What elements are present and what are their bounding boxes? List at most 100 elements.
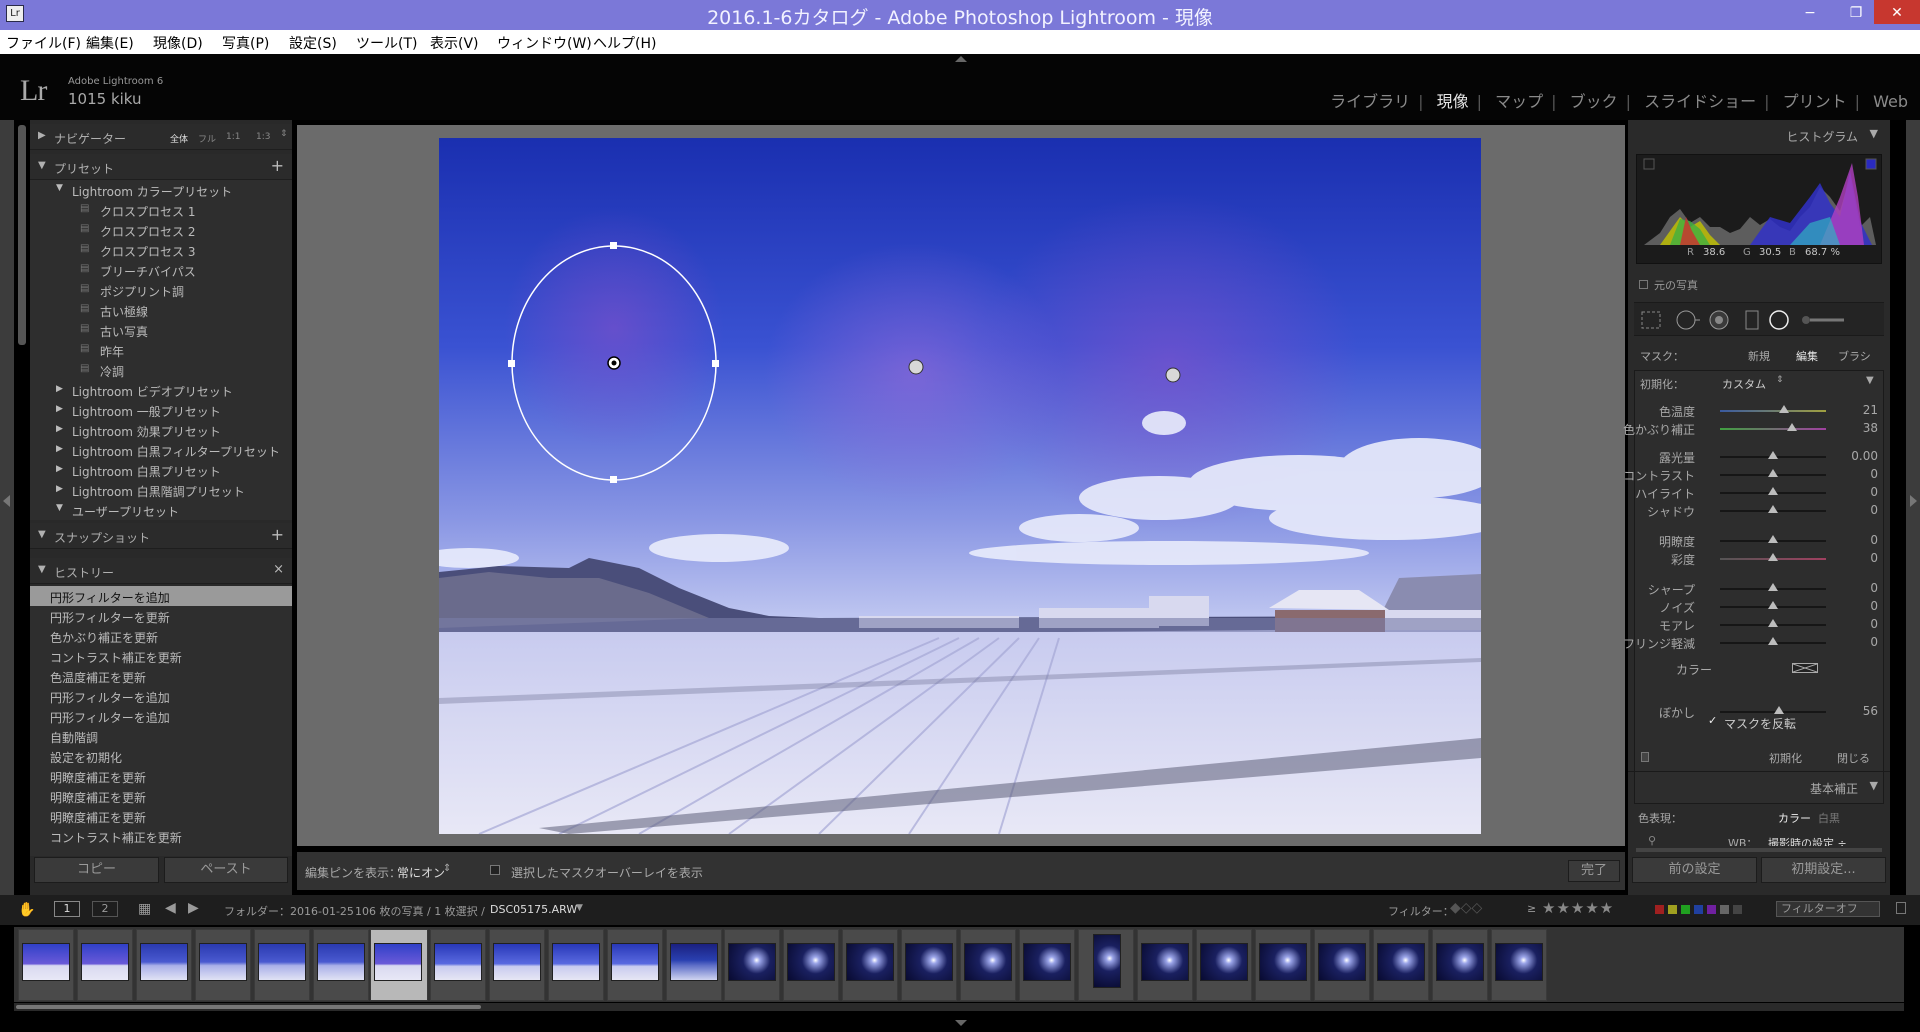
filmstrip-thumb[interactable] — [313, 929, 369, 1001]
treatment-color[interactable]: カラー — [1778, 810, 1811, 826]
user-presets-folder[interactable]: ▼ ユーザープリセット — [30, 500, 292, 520]
filmstrip-thumb[interactable] — [1491, 929, 1547, 1001]
slider-1[interactable]: 色かぶり補正 38 — [1623, 420, 1890, 438]
slider-6[interactable]: 明瞭度 0 — [1628, 532, 1890, 550]
rating-operator[interactable]: ≥ — [1527, 902, 1536, 915]
presets-header[interactable]: ▼ プリセット + — [30, 154, 292, 180]
slider-8[interactable]: シャープ 0 — [1628, 580, 1890, 598]
zoom-stepper-icon[interactable]: ⇕ — [280, 129, 288, 139]
radial-filter-handle[interactable] — [610, 476, 617, 483]
slider-value[interactable]: 0 — [1838, 635, 1878, 649]
effect-preset-select[interactable]: カスタム — [1722, 376, 1766, 392]
filter-preset-select[interactable]: フィルターオフ — [1776, 901, 1880, 917]
copy-button[interactable]: コピー — [34, 857, 159, 883]
menu-edit[interactable]: 編集(E) — [86, 33, 134, 53]
add-snapshot-button[interactable]: + — [271, 525, 284, 544]
menu-photo[interactable]: 写真(P) — [222, 33, 269, 53]
slider-knob[interactable] — [1768, 619, 1778, 627]
history-step[interactable]: 円形フィルターを追加 — [30, 586, 292, 606]
chevron-updown-icon[interactable]: ⇕ — [1776, 375, 1784, 385]
file-dropdown-icon[interactable]: ▼ — [576, 903, 583, 913]
filmstrip-scroll-thumb[interactable] — [16, 1005, 481, 1009]
wb-select[interactable]: 撮影時の設定 ÷ — [1768, 835, 1847, 846]
rating-filter-stars[interactable]: ★★★★★ — [1542, 899, 1614, 917]
slider-knob[interactable] — [1768, 583, 1778, 591]
mask-new[interactable]: 新規 — [1748, 348, 1770, 364]
snapshot-header[interactable]: ▼ スナップショット + — [30, 523, 292, 549]
history-step[interactable]: 明瞭度補正を更新 — [30, 786, 292, 806]
slider-value[interactable]: 0 — [1838, 485, 1878, 499]
history-step[interactable]: 円形フィルターを追加 — [30, 686, 292, 706]
filmstrip-thumb[interactable] — [489, 929, 545, 1001]
slider-5[interactable]: シャドウ 0 — [1628, 502, 1890, 520]
filmstrip-thumb[interactable] — [195, 929, 251, 1001]
zoom-fit[interactable]: 全体 — [170, 132, 188, 145]
filmstrip-thumb[interactable] — [136, 929, 192, 1001]
slider-track[interactable] — [1720, 410, 1826, 412]
slider-value[interactable]: 0 — [1838, 617, 1878, 631]
slider-knob[interactable] — [1768, 601, 1778, 609]
preset-item[interactable]: ▤ 昨年 — [30, 340, 292, 360]
back-arrow-icon[interactable]: ◀ — [165, 900, 176, 916]
radial-filter-handle[interactable] — [712, 360, 719, 367]
filmstrip-thumb-selected[interactable] — [370, 929, 428, 1001]
hand-icon[interactable]: ✋ — [18, 902, 35, 918]
edit-pin[interactable] — [1165, 367, 1181, 383]
filmstrip-thumb[interactable] — [901, 929, 957, 1001]
left-edge-toggle[interactable] — [0, 120, 14, 910]
mask-edit[interactable]: 編集 — [1796, 348, 1818, 364]
zoom-1-3[interactable]: 1:3 — [256, 132, 270, 142]
graduated-filter-icon[interactable] — [1745, 310, 1759, 330]
menu-view[interactable]: 表示(V) — [430, 33, 479, 53]
filmstrip-scrollbar[interactable] — [14, 1003, 1904, 1011]
menu-settings[interactable]: 設定(S) — [289, 33, 337, 53]
slider-knob[interactable] — [1787, 423, 1798, 431]
clear-history-button[interactable]: × — [273, 562, 284, 577]
filmstrip-thumb[interactable] — [77, 929, 133, 1001]
menu-file[interactable]: ファイル(F) — [6, 33, 81, 53]
menu-help[interactable]: ヘルプ(H) — [593, 33, 656, 53]
slider-track[interactable] — [1720, 428, 1826, 430]
restore-button[interactable]: ❐ — [1838, 0, 1874, 24]
radial-filter-icon[interactable] — [1769, 310, 1789, 330]
history-step[interactable]: 明瞭度補正を更新 — [30, 806, 292, 826]
filmstrip-thumb[interactable] — [783, 929, 839, 1001]
history-step[interactable]: 円形フィルターを追加 — [30, 706, 292, 726]
preset-item[interactable]: ▤ ブリーチバイパス — [30, 260, 292, 280]
right-panel-scrollbar[interactable] — [1636, 848, 1882, 852]
slider-value[interactable]: 38 — [1838, 421, 1878, 435]
history-step[interactable]: 明瞭度補正を更新 — [30, 766, 292, 786]
slider-knob[interactable] — [1768, 535, 1778, 543]
current-file[interactable]: DSC05175.ARW — [490, 903, 577, 916]
collapse-icon[interactable]: ▼ — [1870, 127, 1878, 140]
preset-item[interactable]: ▤ 冷調 — [30, 360, 292, 380]
mask-brush[interactable]: ブラシ — [1838, 348, 1871, 364]
slider-value[interactable]: 0 — [1838, 467, 1878, 481]
preset-folder[interactable]: ▶ Lightroom 白黒プリセット — [30, 460, 292, 480]
filmstrip-thumb[interactable] — [724, 929, 780, 1001]
window-2-button[interactable]: 2 — [92, 901, 118, 917]
filmstrip-thumb[interactable] — [842, 929, 898, 1001]
slider-value[interactable]: 0 — [1838, 599, 1878, 613]
history-step[interactable]: 円形フィルターを更新 — [30, 606, 292, 626]
slider-value[interactable]: 21 — [1838, 403, 1878, 417]
done-button[interactable]: 完了 — [1568, 860, 1620, 882]
crop-icon[interactable] — [1641, 311, 1661, 329]
filmstrip-thumb[interactable] — [430, 929, 486, 1001]
preset-folder[interactable]: ▶ Lightroom 白黒階調プリセット — [30, 480, 292, 500]
filmstrip-thumb[interactable] — [254, 929, 310, 1001]
color-swatch[interactable] — [1792, 663, 1818, 673]
filmstrip-thumb[interactable] — [1432, 929, 1488, 1001]
spot-removal-icon[interactable] — [1676, 310, 1700, 330]
invert-checkbox[interactable]: ✓ — [1708, 715, 1719, 727]
module-book[interactable]: ブック — [1570, 92, 1618, 111]
module-develop[interactable]: 現像 — [1437, 92, 1469, 111]
filmstrip-thumb[interactable] — [1255, 929, 1311, 1001]
preset-item[interactable]: ▤ クロスプロセス 1 — [30, 200, 292, 220]
chevron-updown-icon[interactable]: ⇕ — [443, 863, 451, 874]
collapse-bottom-icon[interactable] — [955, 1020, 967, 1026]
slider-knob[interactable] — [1768, 553, 1778, 561]
slider-knob[interactable] — [1778, 405, 1789, 413]
slider-value[interactable]: 0 — [1838, 503, 1878, 517]
minimize-button[interactable]: − — [1792, 0, 1828, 24]
